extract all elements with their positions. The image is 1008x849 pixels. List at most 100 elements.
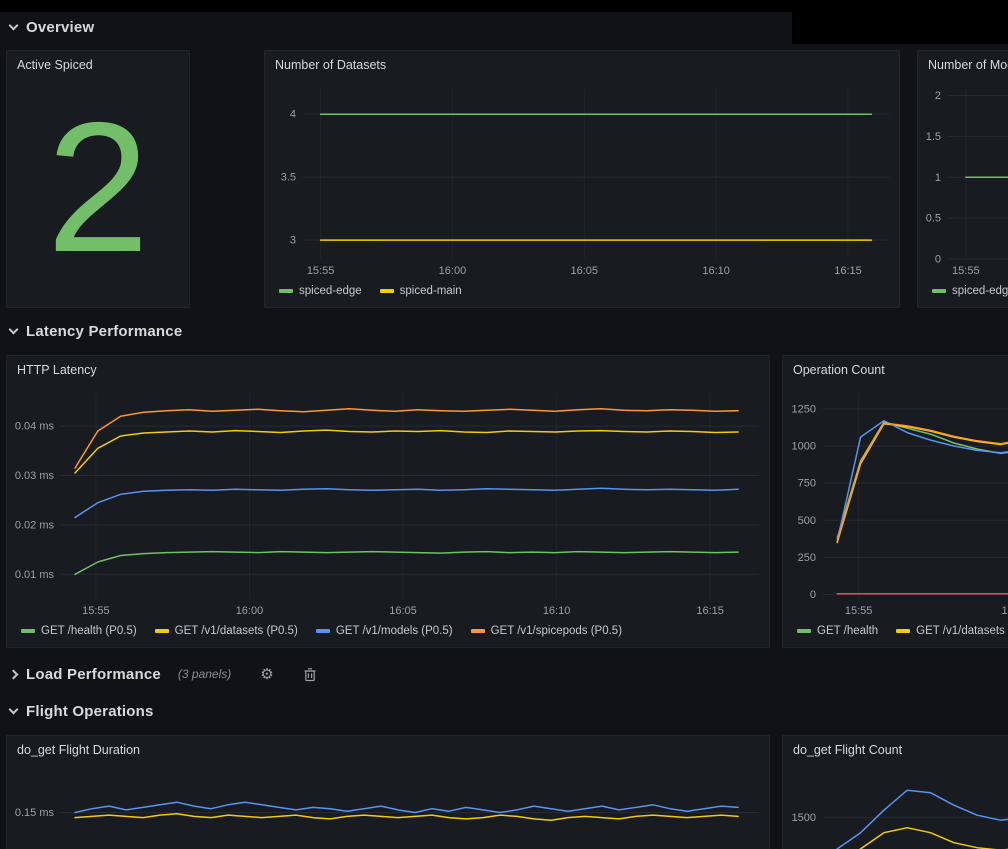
svg-text:750: 750: [798, 478, 816, 490]
legend-label: GET /health: [817, 625, 878, 637]
legend-item[interactable]: GET /health (P0.5): [21, 625, 137, 637]
legend-label: GET /v1/models (P0.5): [336, 625, 453, 637]
svg-text:16:05: 16:05: [571, 265, 599, 277]
panel-do-get-flight-duration: do_get Flight Duration 0.15 ms0.1 ms0.05…: [6, 735, 770, 849]
svg-text:15:55: 15:55: [82, 605, 110, 617]
legend-label: spiced-edge: [299, 285, 362, 297]
section-title: Overview: [26, 19, 94, 36]
legend-label: GET /v1/datasets (P0.5): [175, 625, 298, 637]
legend-series-swatch-icon: [155, 629, 169, 633]
chart-legend: spiced-edge: [918, 281, 1008, 307]
panel-do-get-flight-count: do_get Flight Count 15001000500: [782, 735, 1008, 849]
svg-text:500: 500: [798, 515, 816, 527]
legend-item[interactable]: GET /v1/models (P0.5): [316, 625, 453, 637]
panel-title[interactable]: do_get Flight Duration: [7, 736, 769, 764]
section-header-overview[interactable]: Overview: [10, 15, 94, 39]
svg-text:1.5: 1.5: [926, 131, 941, 143]
svg-text:3: 3: [290, 235, 296, 247]
svg-text:0.03 ms: 0.03 ms: [15, 470, 55, 482]
number-of-datasets-chart[interactable]: 3 3.5 4 15:55 16:00 16:05 16:10 16:15: [265, 79, 899, 281]
section-panel-count: (3 panels): [178, 667, 231, 681]
panel-active-spiced: Active Spiced 2: [6, 50, 190, 308]
panel-title[interactable]: Operation Count: [783, 356, 1008, 384]
svg-text:16:00: 16:00: [1001, 605, 1008, 617]
legend-label: GET /health (P0.5): [41, 625, 137, 637]
svg-text:250: 250: [798, 552, 816, 564]
legend-series-swatch-icon: [932, 289, 946, 293]
legend-series-swatch-icon: [316, 629, 330, 633]
legend-series-swatch-icon: [797, 629, 811, 633]
legend-series-swatch-icon: [896, 629, 910, 633]
legend-label: GET /v1/datasets: [916, 625, 1005, 637]
legend-item[interactable]: spiced-edge: [279, 285, 362, 297]
http-latency-chart[interactable]: 0.01 ms 0.02 ms 0.03 ms 0.04 ms 15:55 16:00 16…: [7, 384, 769, 621]
section-title: Flight Operations: [26, 703, 154, 720]
do-get-flight-duration-chart[interactable]: 0.15 ms0.1 ms0.05 ms: [7, 764, 769, 849]
legend-item[interactable]: GET /health: [797, 625, 878, 637]
legend-item[interactable]: GET /v1/datasets: [896, 625, 1005, 637]
svg-text:4: 4: [290, 109, 296, 121]
svg-text:0.02 ms: 0.02 ms: [15, 519, 55, 531]
svg-text:3.5: 3.5: [281, 172, 296, 184]
panel-title[interactable]: HTTP Latency: [7, 356, 769, 384]
svg-text:16:05: 16:05: [389, 605, 417, 617]
svg-text:15:55: 15:55: [845, 605, 873, 617]
panel-http-latency: HTTP Latency 0.01 ms 0.02 ms 0.03 ms 0.04 m…: [6, 355, 770, 648]
panel-number-of-models: Number of Models 00.511.5215:5516:0016:0…: [917, 50, 1008, 308]
svg-text:0.15 ms: 0.15 ms: [15, 807, 55, 819]
chevron-down-icon: [9, 20, 19, 30]
legend-item[interactable]: spiced-main: [380, 285, 462, 297]
panel-operation-count: Operation Count 02505007501000125015:551…: [782, 355, 1008, 648]
trash-icon[interactable]: [303, 667, 317, 682]
svg-text:16:00: 16:00: [236, 605, 264, 617]
svg-text:1500: 1500: [792, 812, 816, 824]
do-get-flight-count-chart[interactable]: 15001000500: [783, 764, 1008, 849]
panel-title[interactable]: do_get Flight Count: [783, 736, 1008, 764]
legend-series-swatch-icon: [471, 629, 485, 633]
section-header-flight-operations[interactable]: Flight Operations: [10, 699, 154, 723]
number-of-models-chart[interactable]: 00.511.5215:5516:0016:0516:1016:15: [918, 79, 1008, 281]
section-title: Latency Performance: [26, 323, 182, 340]
legend-label: spiced-edge: [952, 285, 1008, 297]
legend-label: GET /v1/spicepods (P0.5): [491, 625, 622, 637]
svg-text:0.04 ms: 0.04 ms: [15, 421, 55, 433]
svg-text:0.01 ms: 0.01 ms: [15, 569, 55, 581]
svg-text:0: 0: [935, 254, 941, 266]
legend-item[interactable]: GET /v1/datasets (P0.5): [155, 625, 298, 637]
legend-series-swatch-icon: [380, 289, 394, 293]
legend-series-swatch-icon: [279, 289, 293, 293]
gear-icon[interactable]: ⚙: [260, 667, 273, 682]
stat-value: 2: [7, 79, 189, 307]
svg-text:1000: 1000: [792, 440, 816, 452]
svg-text:16:10: 16:10: [543, 605, 571, 617]
panel-title[interactable]: Number of Models: [918, 51, 1008, 79]
panel-title[interactable]: Number of Datasets: [265, 51, 899, 79]
legend-item[interactable]: spiced-edge: [932, 285, 1008, 297]
chart-legend: GET /health (P0.5) GET /v1/datasets (P0.5…: [7, 621, 769, 647]
legend-series-swatch-icon: [21, 629, 35, 633]
legend-item[interactable]: GET /v1/spicepods (P0.5): [471, 625, 622, 637]
operation-count-chart[interactable]: 02505007501000125015:5516:0016:0516:1016…: [783, 384, 1008, 621]
section-header-load-performance[interactable]: Load Performance (3 panels) ⚙: [10, 662, 317, 686]
chart-legend: GET /health GET /v1/datasets: [783, 621, 1008, 647]
svg-text:15:55: 15:55: [952, 265, 980, 277]
chevron-down-icon: [9, 704, 19, 714]
svg-text:0.5: 0.5: [926, 213, 941, 225]
top-right-black-region: [792, 0, 1008, 44]
svg-text:15:55: 15:55: [307, 265, 335, 277]
svg-text:0: 0: [810, 589, 816, 601]
section-title: Load Performance: [26, 666, 161, 683]
chevron-down-icon: [9, 324, 19, 334]
grafana-dashboard: Overview Active Spiced 2 Number of Datas…: [0, 0, 1008, 849]
section-header-latency-performance[interactable]: Latency Performance: [10, 319, 182, 343]
svg-text:16:15: 16:15: [834, 265, 862, 277]
svg-text:2: 2: [935, 90, 941, 102]
svg-text:1: 1: [935, 172, 941, 184]
svg-text:16:15: 16:15: [696, 605, 724, 617]
svg-text:16:10: 16:10: [702, 265, 730, 277]
panel-title[interactable]: Active Spiced: [7, 51, 189, 79]
chart-legend: spiced-edge spiced-main: [265, 281, 899, 307]
legend-label: spiced-main: [400, 285, 462, 297]
panel-number-of-datasets: Number of Datasets 3 3.5 4 15:55 16:00 16:05 1…: [264, 50, 900, 308]
svg-text:16:00: 16:00: [439, 265, 467, 277]
